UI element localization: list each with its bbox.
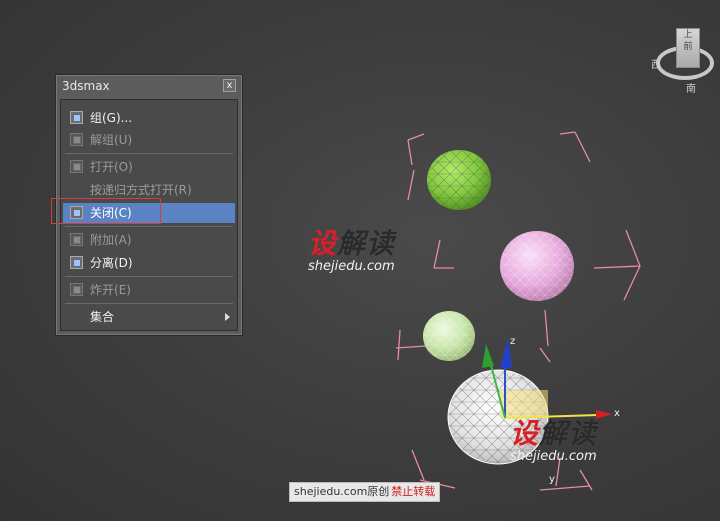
viewcube-south-label: 南	[686, 84, 696, 95]
menu-item-label: 集合	[90, 310, 115, 324]
sphere-pink[interactable]	[500, 231, 574, 301]
menu-item-label: 炸开(E)	[90, 283, 131, 297]
menu-item-open-recursive[interactable]: 按递归方式打开(R)	[63, 180, 235, 200]
menu-item-detach[interactable]: 分离(D)	[63, 253, 235, 273]
detach-icon	[70, 256, 83, 269]
viewcube-west-label: 西	[651, 60, 661, 71]
panel-title: 3dsmax	[62, 79, 110, 93]
sphere-light-green[interactable]	[423, 311, 475, 361]
sphere-green[interactable]	[427, 150, 491, 210]
watermark-brand-dark: 解读	[539, 417, 598, 450]
gizmo-x-label: x	[614, 408, 620, 419]
open-icon	[70, 160, 83, 173]
menu-item-assembly[interactable]: 集合	[63, 307, 235, 327]
panel-close-button[interactable]: x	[223, 79, 236, 92]
menu-item-attach[interactable]: 附加(A)	[63, 230, 235, 250]
selection-highlight-box	[51, 198, 161, 224]
viewcube-top-label: 上	[683, 30, 693, 40]
submenu-arrow-icon	[225, 313, 230, 321]
watermark-brand-red: 设	[308, 227, 338, 260]
watermark-brand-dark: 解读	[337, 227, 396, 260]
watermark-brand: 设解读	[510, 412, 597, 452]
menu-item-label: 打开(O)	[90, 160, 133, 174]
ungroup-icon	[70, 133, 83, 146]
explode-icon	[70, 283, 83, 296]
footer-warning-label: 禁止转载	[391, 485, 436, 498]
viewcube[interactable]: 上 前 西 南	[648, 26, 718, 95]
menu-item-label: 按递归方式打开(R)	[90, 183, 192, 197]
menu-separator	[65, 153, 233, 154]
menu-item-label: 分离(D)	[90, 256, 133, 270]
watermark-url: shejiedu.com	[510, 449, 597, 464]
menu-item-label: 组(G)...	[90, 111, 133, 125]
gizmo-z-label: z	[510, 336, 515, 347]
viewcube-cube[interactable]: 上 前	[676, 28, 700, 68]
group-icon	[70, 111, 83, 124]
menu-item-label: 附加(A)	[90, 233, 132, 247]
watermark-center: 设解读 shejiedu.com	[308, 222, 395, 274]
menu-item-open[interactable]: 打开(O)	[63, 157, 235, 177]
menu-separator	[65, 226, 233, 227]
watermark-url: shejiedu.com	[308, 259, 395, 274]
watermark-bottom-right: 设解读 shejiedu.com	[510, 412, 597, 464]
menu-item-label: 解组(U)	[90, 133, 133, 147]
footer-site-label: shejiedu.com原创	[294, 485, 390, 498]
attach-icon	[70, 233, 83, 246]
watermark-brand: 设解读	[308, 222, 395, 262]
watermark-brand-red: 设	[510, 417, 540, 450]
menu-separator	[65, 276, 233, 277]
menu-item-group[interactable]: 组(G)...	[63, 108, 235, 128]
menu-separator	[65, 303, 233, 304]
gizmo-y-label: y	[549, 474, 555, 485]
menu-item-explode[interactable]: 炸开(E)	[63, 280, 235, 300]
footer-watermark: shejiedu.com原创 禁止转载	[289, 482, 441, 502]
viewcube-front-label: 前	[683, 42, 693, 52]
menu-item-ungroup[interactable]: 解组(U)	[63, 130, 235, 150]
